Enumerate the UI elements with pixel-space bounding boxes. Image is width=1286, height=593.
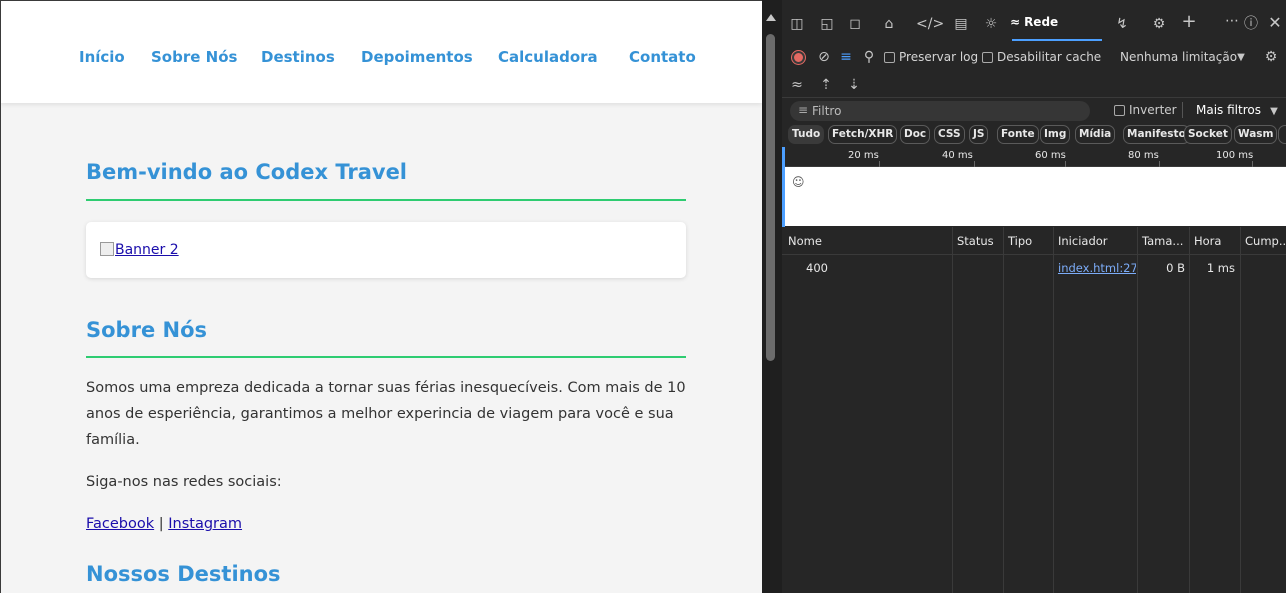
type-filter-img[interactable]: Img <box>1040 125 1071 144</box>
type-filter-css[interactable]: CSS <box>934 125 965 144</box>
site-navbar: Início Sobre Nós Destinos Depoimentos Ca… <box>1 1 762 103</box>
row-name[interactable]: 400 <box>806 261 828 275</box>
device-toolbar-icon[interactable]: ◻ <box>846 15 864 33</box>
filter-row: ≡ Filtro Inverter Mais filtros ▼ <box>782 97 1286 123</box>
nav-link-calculadora[interactable]: Calculadora <box>498 48 598 66</box>
scroll-up-arrow-icon[interactable] <box>766 14 776 21</box>
network-settings-gear-icon[interactable]: ⚙ <box>1262 48 1280 66</box>
more-options-icon[interactable]: ⋯ <box>1222 12 1242 30</box>
about-heading: Sobre Nós <box>86 318 207 342</box>
resource-type-filters: Tudo Fetch/XHR Doc CSS JS Fonte Img Mídi… <box>782 124 1286 146</box>
welcome-heading: Bem-vindo ao Codex Travel <box>86 160 408 184</box>
screencast-icon[interactable]: ◫ <box>788 15 806 33</box>
tab-network-label: Rede <box>1024 15 1059 29</box>
active-tab-indicator <box>1012 39 1102 41</box>
page-scrollbar[interactable] <box>762 0 782 593</box>
timeline-graph-area: ☺ <box>782 167 1286 226</box>
devtools-panel: ◫ ◱ ◻ ⌂ </> ▤ ☼ ≈ Rede ↯ ⚙ + ⋯ ⓘ ✕ ⊘ ≡ ⚲ … <box>782 0 1286 593</box>
banner-image-link[interactable]: Banner 2 <box>100 242 179 258</box>
timeline-tick-label: 80 ms <box>1128 150 1159 161</box>
type-filter-media[interactable]: Mídia <box>1075 125 1116 144</box>
sources-bug-icon[interactable]: ☼ <box>982 15 1000 33</box>
type-filter-all[interactable]: Tudo <box>788 125 825 144</box>
type-filter-fetch-xhr[interactable]: Fetch/XHR <box>828 125 898 144</box>
welcome-divider <box>86 199 686 201</box>
banner-alt-text: Banner 2 <box>115 242 179 258</box>
elements-icon[interactable]: </> <box>916 15 944 33</box>
row-time: 1 ms <box>1206 261 1235 275</box>
social-separator: | <box>154 516 169 532</box>
devtools-tabbar: ◫ ◱ ◻ ⌂ </> ▤ ☼ ≈ Rede ↯ ⚙ + ⋯ ⓘ ✕ <box>782 0 1286 42</box>
timeline-tick-label: 60 ms <box>1035 150 1066 161</box>
tab-network[interactable]: ≈ Rede <box>1010 15 1102 37</box>
throttling-select[interactable]: Nenhuma limitação <box>1120 50 1237 64</box>
nav-link-sobre-nos[interactable]: Sobre Nós <box>151 48 237 66</box>
filter-separator <box>1182 102 1183 118</box>
search-icon[interactable]: ⚲ <box>860 48 878 66</box>
banner-card: Banner 2 <box>86 222 686 278</box>
console-icon[interactable]: ▤ <box>952 15 970 33</box>
facebook-link[interactable]: Facebook <box>86 516 154 532</box>
about-divider <box>86 356 686 358</box>
website-viewport: Início Sobre Nós Destinos Depoimentos Ca… <box>0 0 762 593</box>
filter-input[interactable]: ≡ Filtro <box>790 101 1090 121</box>
add-tab-plus-icon[interactable]: + <box>1180 13 1198 31</box>
instagram-link[interactable]: Instagram <box>168 516 242 532</box>
smiley-icon: ☺ <box>792 175 805 189</box>
performance-icon[interactable]: ↯ <box>1112 15 1132 33</box>
close-devtools-icon[interactable]: ✕ <box>1266 14 1284 32</box>
record-stop-icon[interactable] <box>792 51 805 64</box>
type-filter-socket[interactable]: Socket <box>1184 125 1232 144</box>
timeline-tick-label: 40 ms <box>942 150 973 161</box>
nav-link-destinos[interactable]: Destinos <box>261 48 335 66</box>
nav-link-inicio[interactable]: Início <box>79 48 125 66</box>
type-filter-other-clipped[interactable] <box>1278 125 1286 144</box>
network-toolbar: ⊘ ≡ ⚲ Preservar log Desabilitar cache Ne… <box>782 44 1286 74</box>
preserve-log-label: Preservar log <box>899 50 979 64</box>
about-paragraph: Somos uma empreza dedicada a tornar suas… <box>86 380 686 448</box>
destinations-heading: Nossos Destinos <box>86 562 281 586</box>
type-filter-font[interactable]: Fonte <box>997 125 1039 144</box>
follow-paragraph: Siga-nos nas redes sociais: <box>86 474 282 490</box>
table-row[interactable]: 400 index.html:275 0 B 1 ms <box>782 227 1286 283</box>
timeline-tick-label: 20 ms <box>848 150 879 161</box>
scrollbar-thumb[interactable] <box>766 34 775 361</box>
help-icon[interactable]: ⓘ <box>1242 15 1260 33</box>
timeline-cursor <box>782 147 785 227</box>
more-filters-dropdown-icon[interactable]: ▼ <box>1268 103 1280 121</box>
clear-log-icon[interactable]: ⊘ <box>815 48 833 66</box>
type-filter-manifest[interactable]: Manifesto <box>1123 125 1190 144</box>
import-har-icon[interactable]: ⇡ <box>818 76 834 94</box>
row-initiator-link[interactable]: index.html:275 <box>1058 261 1136 275</box>
type-filter-js[interactable]: JS <box>969 125 989 144</box>
nav-link-depoimentos[interactable]: Depoimentos <box>361 48 473 66</box>
preserve-log-checkbox[interactable] <box>884 52 895 63</box>
filter-toggle-icon[interactable]: ≡ <box>837 48 855 66</box>
requests-table: Nome Status Tipo Iniciador Tama... Hora … <box>782 227 1286 593</box>
disable-cache-label: Desabilitar cache <box>997 50 1102 64</box>
timeline-tick-label: 100 ms <box>1216 150 1254 161</box>
timeline-overview[interactable]: 20 ms 40 ms 60 ms 80 ms 100 ms ☺ <box>782 147 1286 227</box>
broken-image-icon <box>100 242 114 256</box>
timeline-ruler: 20 ms 40 ms 60 ms 80 ms 100 ms <box>782 147 1286 167</box>
row-size: 0 B <box>1166 261 1185 275</box>
filter-lines-icon: ≡ <box>798 103 809 117</box>
network-toolbar-row2: ≈ ⇡ ⇣ <box>782 74 1286 96</box>
export-har-icon[interactable]: ⇣ <box>846 76 862 94</box>
inspect-element-icon[interactable]: ◱ <box>818 15 836 33</box>
social-links: Facebook | Instagram <box>86 511 696 537</box>
invert-label: Inverter <box>1129 103 1177 117</box>
more-filters-button[interactable]: Mais filtros <box>1196 103 1261 117</box>
network-wifi-icon: ≈ <box>1010 15 1021 29</box>
throttling-dropdown-icon[interactable]: ▼ <box>1234 49 1248 67</box>
type-filter-doc[interactable]: Doc <box>900 125 931 144</box>
invert-checkbox[interactable] <box>1114 105 1125 116</box>
welcome-home-icon[interactable]: ⌂ <box>880 15 898 33</box>
memory-chip-icon[interactable]: ⚙ <box>1150 15 1168 33</box>
filter-placeholder: Filtro <box>812 104 842 118</box>
network-conditions-icon[interactable]: ≈ <box>788 76 806 94</box>
nav-link-contato[interactable]: Contato <box>629 48 696 66</box>
type-filter-wasm[interactable]: Wasm <box>1234 125 1278 144</box>
disable-cache-checkbox[interactable] <box>982 52 993 63</box>
